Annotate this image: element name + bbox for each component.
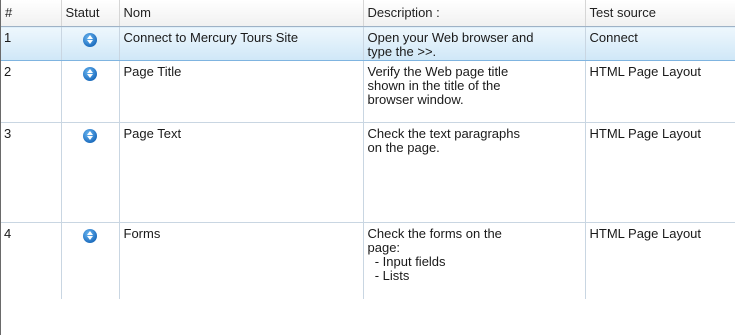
description-line: page: [367,240,401,255]
row-name: Page Text [119,122,364,223]
row-source: HTML Page Layout [585,60,735,123]
row-num: 4 [1,222,62,299]
pending-status-icon [83,129,97,143]
table-row[interactable]: 4 Forms Check the forms on the page: - I… [1,222,735,299]
description-line: - Input fields [367,254,446,269]
table-header-row: # Statut Nom Description : Test source [1,0,735,27]
column-header-description[interactable]: Description : [363,0,586,27]
row-description: Open your Web browser and type the >>. [363,26,586,61]
description-line: Check the forms on the [367,226,502,241]
row-name: Connect to Mercury Tours Site [119,26,364,61]
row-num: 3 [1,122,62,223]
column-header-num[interactable]: # [1,0,62,27]
test-steps-grid: # Statut Nom Description : Test source 1… [0,0,735,335]
description-line: Verify the Web page title [367,64,509,79]
description-line: on the page. [367,140,440,155]
row-name: Page Title [119,60,364,123]
table-row[interactable]: 1 Connect to Mercury Tours Site Open you… [1,26,735,61]
row-status [61,122,120,223]
description-line: - Lists [367,268,410,283]
row-name: Forms [119,222,364,299]
row-num: 1 [1,26,62,61]
row-num: 2 [1,60,62,123]
column-header-name[interactable]: Nom [119,0,364,27]
table-row[interactable]: 2 Page Title Verify the Web page title s… [1,60,735,123]
pending-status-icon [83,229,97,243]
row-source: HTML Page Layout [585,122,735,223]
pending-status-icon [83,67,97,81]
description-line: shown in the title of the [367,78,501,93]
row-status [61,26,120,61]
row-source: Connect [585,26,735,61]
test-steps-table: # Statut Nom Description : Test source 1… [1,0,735,299]
column-header-status[interactable]: Statut [61,0,120,27]
description-line: Check the text paragraphs [367,126,520,141]
row-status [61,222,120,299]
row-description: Check the forms on the page: - Input fie… [363,222,586,299]
row-description: Check the text paragraphs on the page. [363,122,586,223]
row-description: Verify the Web page title shown in the t… [363,60,586,123]
row-status [61,60,120,123]
column-header-source[interactable]: Test source [585,0,735,27]
row-source: HTML Page Layout [585,222,735,299]
description-line: type the >>. [367,44,437,59]
description-line: browser window. [367,92,464,107]
table-row[interactable]: 3 Page Text Check the text paragraphs on… [1,122,735,223]
description-line: Open your Web browser and [367,30,534,45]
pending-status-icon [83,33,97,47]
